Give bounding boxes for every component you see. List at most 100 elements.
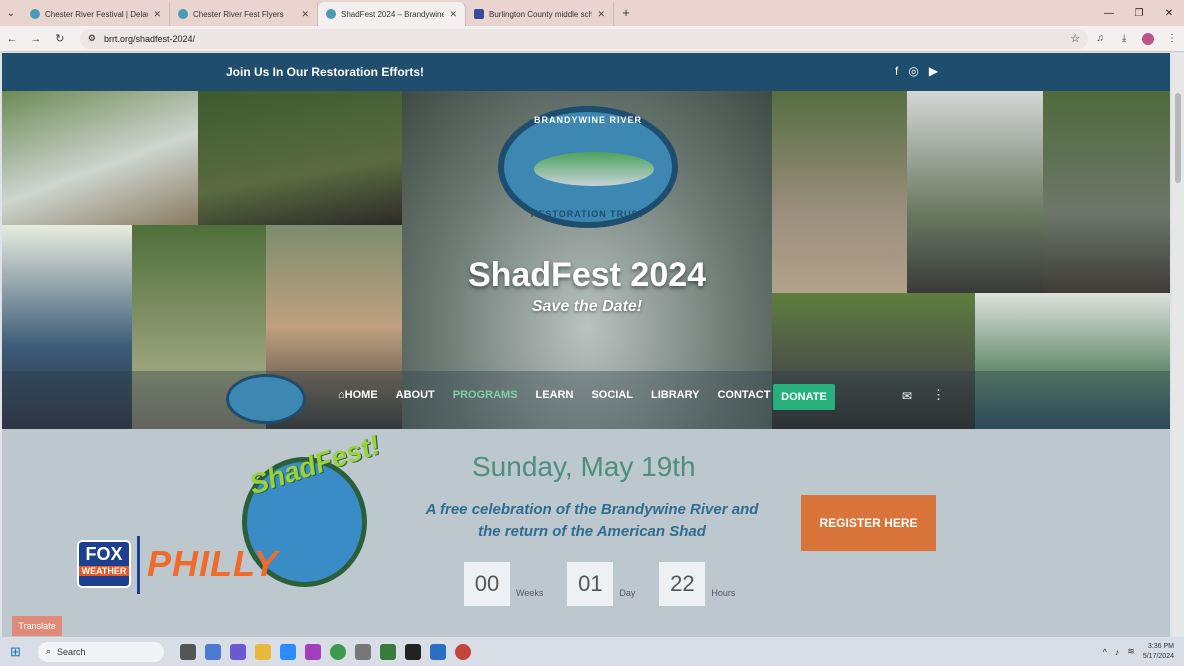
widgets-icon[interactable]	[205, 643, 221, 660]
wifi-icon[interactable]: ≋	[1127, 646, 1135, 657]
app-icon[interactable]	[430, 643, 446, 660]
taskbar-search[interactable]: ⌕ Search	[38, 641, 164, 662]
site-info-icon[interactable]: ⚙	[88, 33, 96, 44]
main-nav: ⌂HOME ABOUT PROGRAMS LEARN SOCIAL LIBRAR…	[338, 389, 770, 401]
browser-tab[interactable]: Chester River Festival | Delawa ✕	[22, 2, 170, 26]
teams-icon[interactable]	[230, 643, 246, 660]
photo-family	[198, 91, 402, 225]
address-bar[interactable]: ⚙ brrt.org/shadfest-2024/ ☆	[79, 28, 1089, 49]
chevron-up-icon[interactable]: ^	[1103, 647, 1107, 657]
minimize-icon[interactable]: —	[1094, 0, 1124, 26]
site-top-bar: Join Us In Our Restoration Efforts! f ◎ …	[2, 53, 1170, 91]
tab-favicon-icon	[178, 9, 188, 19]
translate-button[interactable]: Translate	[12, 616, 62, 636]
nav-learn[interactable]: LEARN	[536, 389, 574, 401]
os-taskbar: ⊞ ⌕ Search ^ ♪ ≋ 3:36 PM 5/17/2024	[0, 637, 1184, 666]
maximize-icon[interactable]: ❐	[1124, 0, 1154, 26]
countdown-hours-value: 22	[659, 562, 706, 606]
url-text: brrt.org/shadfest-2024/	[103, 33, 195, 44]
hero-subtitle: Save the Date!	[531, 298, 643, 315]
logo-top-text: BRANDYWINE RIVER	[533, 115, 642, 125]
more-menu-icon[interactable]: ⋮	[932, 387, 945, 403]
nav-contact[interactable]: CONTACT	[717, 389, 770, 401]
fish-icon	[534, 152, 654, 186]
back-arrow-icon[interactable]: ←	[0, 33, 24, 45]
tab-favicon-icon	[30, 9, 40, 19]
file-explorer-icon[interactable]	[255, 643, 271, 660]
new-tab-button[interactable]: +	[614, 2, 638, 26]
youtube-icon[interactable]: ▶	[929, 64, 938, 78]
browser-tab[interactable]: Burlington County middle scho ✕	[466, 2, 614, 26]
browser-tab[interactable]: Chester River Fest Flyers ✕	[170, 2, 318, 26]
browser-tab-active[interactable]: ShadFest 2024 – Brandywine Ri ✕	[318, 2, 466, 26]
logo-divider	[137, 536, 140, 594]
reload-icon[interactable]: ↻	[48, 32, 72, 45]
close-icon[interactable]: ✕	[449, 9, 457, 20]
logo-bottom-text: RESTORATION TRUST	[530, 209, 646, 219]
scrollbar-thumb[interactable]	[1175, 93, 1181, 183]
photo-family-fishing	[1043, 91, 1170, 293]
philly-wordmark: PHILLY	[147, 543, 279, 584]
forward-arrow-icon[interactable]: →	[24, 33, 48, 45]
tab-favicon-icon	[326, 9, 336, 19]
windows-start-icon[interactable]: ⊞	[10, 644, 32, 660]
app-icon[interactable]	[355, 643, 371, 660]
address-toolbar: ← → ↻ ⚙ brrt.org/shadfest-2024/ ☆ ♫ ⤓ ⋮	[0, 26, 1184, 52]
terminal-icon[interactable]	[405, 643, 421, 660]
close-window-icon[interactable]: ✕	[1154, 0, 1184, 26]
photo-couple-kid	[772, 91, 907, 293]
media-control-icon[interactable]: ♫	[1088, 33, 1112, 44]
volume-icon[interactable]: ♪	[1115, 647, 1120, 657]
app-icon[interactable]	[380, 643, 396, 660]
photo-fishing	[2, 91, 198, 225]
countdown-days-label: Day	[619, 588, 636, 598]
window-controls: — ❐ ✕	[1094, 0, 1184, 26]
home-icon: ⌂	[338, 389, 345, 401]
snipping-icon[interactable]	[305, 643, 321, 660]
close-icon[interactable]: ✕	[597, 9, 605, 20]
nav-home[interactable]: ⌂HOME	[338, 389, 378, 401]
fox-weather-logo: FOX WEATHER	[77, 540, 131, 588]
countdown-hours-label: Hours	[711, 588, 736, 598]
nav-logo[interactable]	[226, 374, 306, 424]
mail-icon[interactable]: ✉	[902, 389, 912, 403]
nav-library[interactable]: LIBRARY	[651, 389, 699, 401]
photo-vendor-tent	[907, 91, 1043, 293]
countdown-weeks-value: 00	[464, 562, 510, 606]
nav-about[interactable]: ABOUT	[396, 389, 435, 401]
close-icon[interactable]: ✕	[153, 9, 161, 20]
chrome-icon[interactable]	[455, 643, 471, 660]
countdown-weeks-label: Weeks	[516, 588, 544, 598]
nav-social[interactable]: SOCIAL	[591, 389, 633, 401]
event-date: Sunday, May 19th	[472, 451, 696, 482]
profile-avatar[interactable]	[1142, 32, 1155, 45]
close-icon[interactable]: ✕	[301, 9, 309, 20]
zoom-icon[interactable]	[280, 643, 296, 660]
tab-search-chevron-icon[interactable]: ⌄	[0, 0, 22, 26]
system-tray: ^ ♪ ≋ 3:36 PM 5/17/2024	[1103, 642, 1174, 662]
download-icon[interactable]: ⤓	[1112, 33, 1136, 44]
search-icon: ⌕	[46, 646, 52, 656]
social-links: f ◎ ▶	[895, 64, 938, 78]
page-scrollbar[interactable]	[1172, 53, 1184, 637]
taskbar-apps	[180, 643, 471, 660]
countdown-days-value: 01	[567, 562, 614, 606]
register-button[interactable]: REGISTER HERE	[801, 495, 936, 551]
facebook-icon[interactable]: f	[895, 64, 898, 78]
topbar-tagline: Join Us In Our Restoration Efforts!	[226, 65, 425, 79]
tab-favicon-icon	[474, 9, 484, 19]
hero-collage: BRANDYWINE RIVER RESTORATION TRUST ShadF…	[2, 91, 1170, 429]
chrome-icon[interactable]	[330, 643, 346, 660]
nav-programs[interactable]: PROGRAMS	[453, 389, 518, 401]
instagram-icon[interactable]: ◎	[908, 64, 918, 78]
event-section: ShadFest! Sunday, May 19th A free celebr…	[2, 429, 1170, 637]
event-description: A free celebration of the Brandywine Riv…	[425, 501, 759, 540]
hero-title: ShadFest 2024	[467, 256, 707, 294]
browser-tab-bar: ⌄ Chester River Festival | Delawa ✕ Chest…	[0, 0, 1184, 26]
bookmark-star-icon[interactable]: ☆	[1070, 32, 1080, 45]
donate-button[interactable]: DONATE	[773, 384, 835, 410]
clock[interactable]: 3:36 PM 5/17/2024	[1143, 642, 1174, 662]
task-view-icon[interactable]	[180, 643, 196, 660]
countdown-timer: 00 Weeks 01 Day 22 Hours	[464, 562, 753, 606]
menu-kebab-icon[interactable]: ⋮	[1160, 33, 1184, 44]
